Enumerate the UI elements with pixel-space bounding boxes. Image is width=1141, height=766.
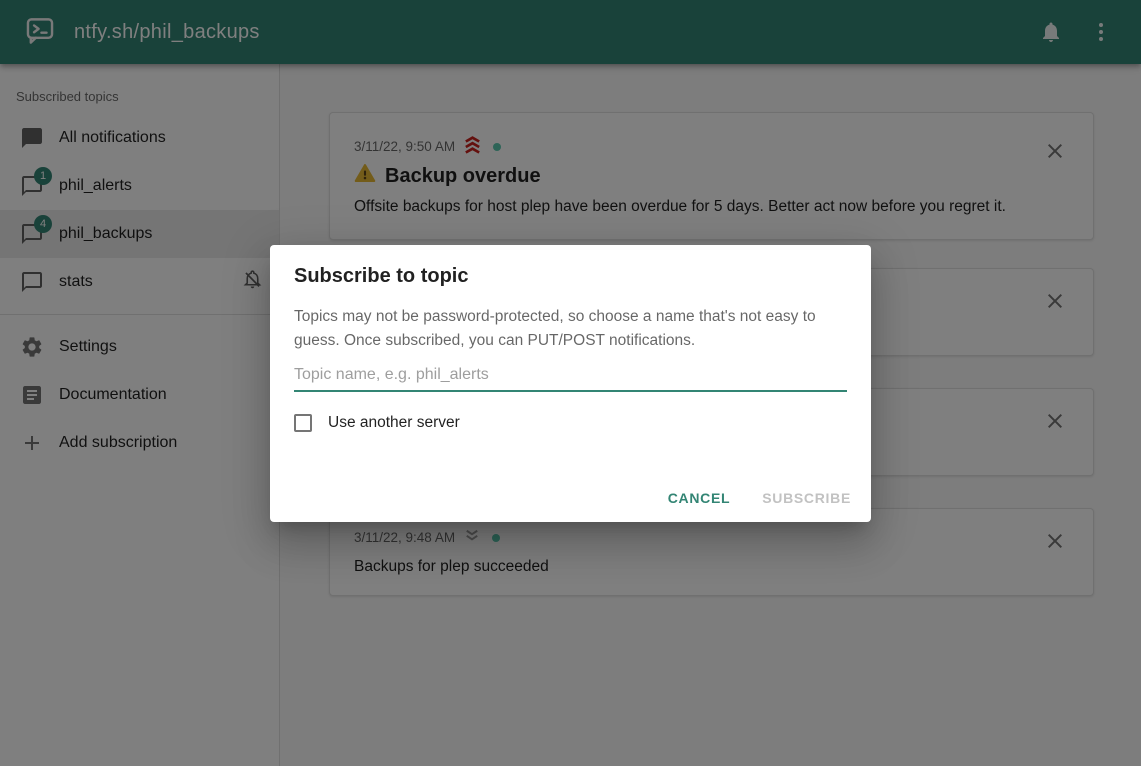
checkbox-label: Use another server — [328, 414, 460, 432]
subscribe-dialog: Subscribe to topic Topics may not be pas… — [270, 245, 871, 522]
cancel-button[interactable]: CANCEL — [656, 482, 743, 514]
dialog-title: Subscribe to topic — [294, 265, 847, 288]
ntfy-app: ntfy.sh/phil_backups Subscribed topics A… — [0, 0, 1141, 766]
topic-name-input[interactable] — [294, 360, 847, 392]
subscribe-button[interactable]: SUBSCRIBE — [750, 482, 863, 514]
use-another-server-checkbox[interactable] — [294, 414, 312, 432]
dialog-description: Topics may not be password-protected, so… — [294, 305, 847, 353]
